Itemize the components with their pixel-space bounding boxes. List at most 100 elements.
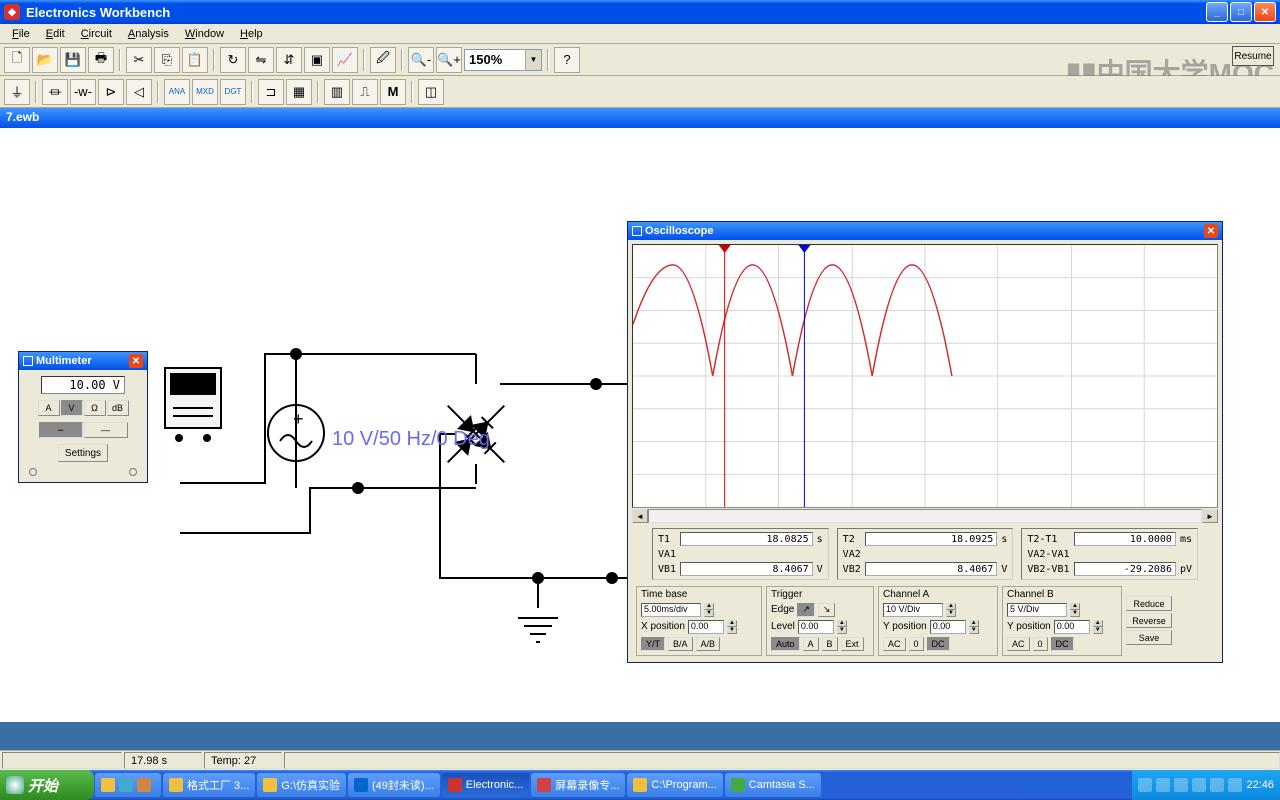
- scope-reduce-button[interactable]: Reduce: [1126, 596, 1172, 611]
- bin-transistors[interactable]: ⊳: [98, 79, 124, 105]
- taskbar-item[interactable]: 格式工厂 3...: [163, 773, 255, 797]
- help-button[interactable]: ?: [554, 47, 580, 73]
- multimeter-titlebar[interactable]: Multimeter ✕: [19, 352, 147, 370]
- hscroll-right[interactable]: ►: [1202, 509, 1218, 523]
- save-button[interactable]: 💾: [60, 47, 86, 73]
- bin-logic-gates[interactable]: DGT: [220, 79, 246, 105]
- close-button[interactable]: ✕: [1254, 2, 1276, 22]
- mm-dc-button[interactable]: —: [84, 422, 128, 438]
- taskbar-item[interactable]: G:\仿真实验: [257, 773, 346, 797]
- timebase-spin[interactable]: ▲▼: [704, 603, 714, 617]
- tray-icon[interactable]: [1192, 778, 1206, 792]
- chb-scale[interactable]: 5 V/Div: [1007, 603, 1067, 617]
- menu-help[interactable]: Help: [232, 26, 271, 42]
- circuit-canvas[interactable]: + 10 V/50 Hz/0 Deg Multimeter ✕ 10.00 V …: [0, 128, 1280, 722]
- trg-auto[interactable]: Auto: [771, 637, 800, 651]
- bin-analog-ic[interactable]: ◁: [126, 79, 152, 105]
- bin-indicators[interactable]: ▦: [286, 79, 312, 105]
- menu-edit[interactable]: Edit: [38, 26, 73, 42]
- trigger-level[interactable]: 0.00: [798, 620, 834, 634]
- scope-reverse-button[interactable]: Reverse: [1126, 613, 1172, 628]
- ab-button[interactable]: A/B: [696, 637, 721, 651]
- resume-button[interactable]: Resume: [1232, 46, 1274, 66]
- zoom-in-button[interactable]: 🔍+: [436, 47, 462, 73]
- multimeter-close-button[interactable]: ✕: [129, 354, 143, 368]
- menu-window[interactable]: Window: [177, 26, 232, 42]
- bin-digital-ic[interactable]: MXD: [192, 79, 218, 105]
- zoom-out-button[interactable]: 🔍-: [408, 47, 434, 73]
- menu-file[interactable]: File: [4, 26, 38, 42]
- tray-icon[interactable]: [1156, 778, 1170, 792]
- menu-analysis[interactable]: Analysis: [120, 26, 177, 42]
- chb-ac[interactable]: AC: [1007, 637, 1030, 651]
- menu-circuit[interactable]: Circuit: [73, 26, 120, 42]
- edge-rise[interactable]: ↗: [797, 603, 815, 617]
- scope-display[interactable]: [632, 244, 1218, 508]
- cha-0[interactable]: 0: [909, 637, 924, 651]
- graph-button[interactable]: 📈: [332, 47, 358, 73]
- fliph-button[interactable]: ⇋: [248, 47, 274, 73]
- bin-controls[interactable]: ▥: [324, 79, 350, 105]
- open-button[interactable]: 📂: [32, 47, 58, 73]
- trg-b[interactable]: B: [822, 637, 838, 651]
- tray-clock[interactable]: 22:46: [1246, 779, 1274, 791]
- timebase-input[interactable]: 5.00ms/div: [641, 603, 701, 617]
- taskbar-quicklaunch[interactable]: [95, 773, 161, 797]
- scope-hscroll[interactable]: ◄ ►: [632, 508, 1218, 524]
- mm-settings-button[interactable]: Settings: [58, 444, 108, 462]
- new-button[interactable]: 🗋: [4, 47, 30, 73]
- mm-mode-db[interactable]: dB: [107, 400, 129, 416]
- subcircuit-button[interactable]: ▣: [304, 47, 330, 73]
- trg-ext[interactable]: Ext: [841, 637, 864, 651]
- tray-icon[interactable]: [1174, 778, 1188, 792]
- edge-fall[interactable]: ↘: [818, 603, 836, 617]
- cha-dc[interactable]: DC: [927, 637, 950, 651]
- taskbar-item[interactable]: Camtasia S...: [725, 773, 821, 797]
- oscilloscope-window[interactable]: Oscilloscope ✕: [627, 221, 1223, 663]
- bin-diodes[interactable]: -w-: [70, 79, 96, 105]
- cut-button[interactable]: ✂: [126, 47, 152, 73]
- taskbar-item-active[interactable]: Electronic...: [442, 773, 529, 797]
- bin-instruments2[interactable]: ◫: [418, 79, 444, 105]
- bin-misc[interactable]: ⎍: [352, 79, 378, 105]
- minimize-button[interactable]: _: [1206, 2, 1228, 22]
- mm-terminal-minus[interactable]: [129, 468, 137, 476]
- trg-a[interactable]: A: [803, 637, 819, 651]
- chb-dc[interactable]: DC: [1051, 637, 1074, 651]
- mm-mode-a[interactable]: A: [38, 400, 60, 416]
- chb-ypos[interactable]: 0.00: [1054, 620, 1090, 634]
- bin-basic[interactable]: ⏛: [42, 79, 68, 105]
- system-tray[interactable]: 22:46: [1132, 770, 1280, 800]
- cha-ypos[interactable]: 0.00: [930, 620, 966, 634]
- bin-digital[interactable]: ⊐: [258, 79, 284, 105]
- rotate-button[interactable]: ↻: [220, 47, 246, 73]
- bin-instruments[interactable]: M: [380, 79, 406, 105]
- bin-sources[interactable]: ⏚: [4, 79, 30, 105]
- cha-scale[interactable]: 10 V/Div: [883, 603, 943, 617]
- hscroll-left[interactable]: ◄: [632, 509, 648, 523]
- scope-save-button[interactable]: Save: [1126, 630, 1172, 645]
- maximize-button[interactable]: □: [1230, 2, 1252, 22]
- taskbar-item[interactable]: 屏幕录像专...: [531, 773, 625, 797]
- mm-mode-v[interactable]: V: [61, 400, 83, 416]
- taskbar-item[interactable]: C:\Program...: [627, 773, 722, 797]
- zoom-select[interactable]: 150%▼: [464, 49, 542, 71]
- copy-button[interactable]: ⎘: [154, 47, 180, 73]
- tray-icon[interactable]: [1228, 778, 1242, 792]
- paste-button[interactable]: 📋: [182, 47, 208, 73]
- tray-icon[interactable]: [1138, 778, 1152, 792]
- mm-mode-ohm[interactable]: Ω: [84, 400, 106, 416]
- multimeter-window[interactable]: Multimeter ✕ 10.00 V A V Ω dB ∼ — Settin…: [18, 351, 148, 483]
- oscilloscope-close-button[interactable]: ✕: [1204, 224, 1218, 238]
- start-button[interactable]: 开始: [0, 770, 94, 800]
- ba-button[interactable]: B/A: [668, 637, 693, 651]
- yt-button[interactable]: Y/T: [641, 637, 665, 651]
- tray-icon[interactable]: [1210, 778, 1224, 792]
- print-button[interactable]: 🖶: [88, 47, 114, 73]
- mm-terminal-plus[interactable]: [29, 468, 37, 476]
- chb-0[interactable]: 0: [1033, 637, 1048, 651]
- xpos-input[interactable]: 0.00: [688, 620, 724, 634]
- mm-ac-button[interactable]: ∼: [39, 422, 83, 438]
- component-props-button[interactable]: 🖉: [370, 47, 396, 73]
- taskbar-item[interactable]: (49封未读)...: [348, 773, 440, 797]
